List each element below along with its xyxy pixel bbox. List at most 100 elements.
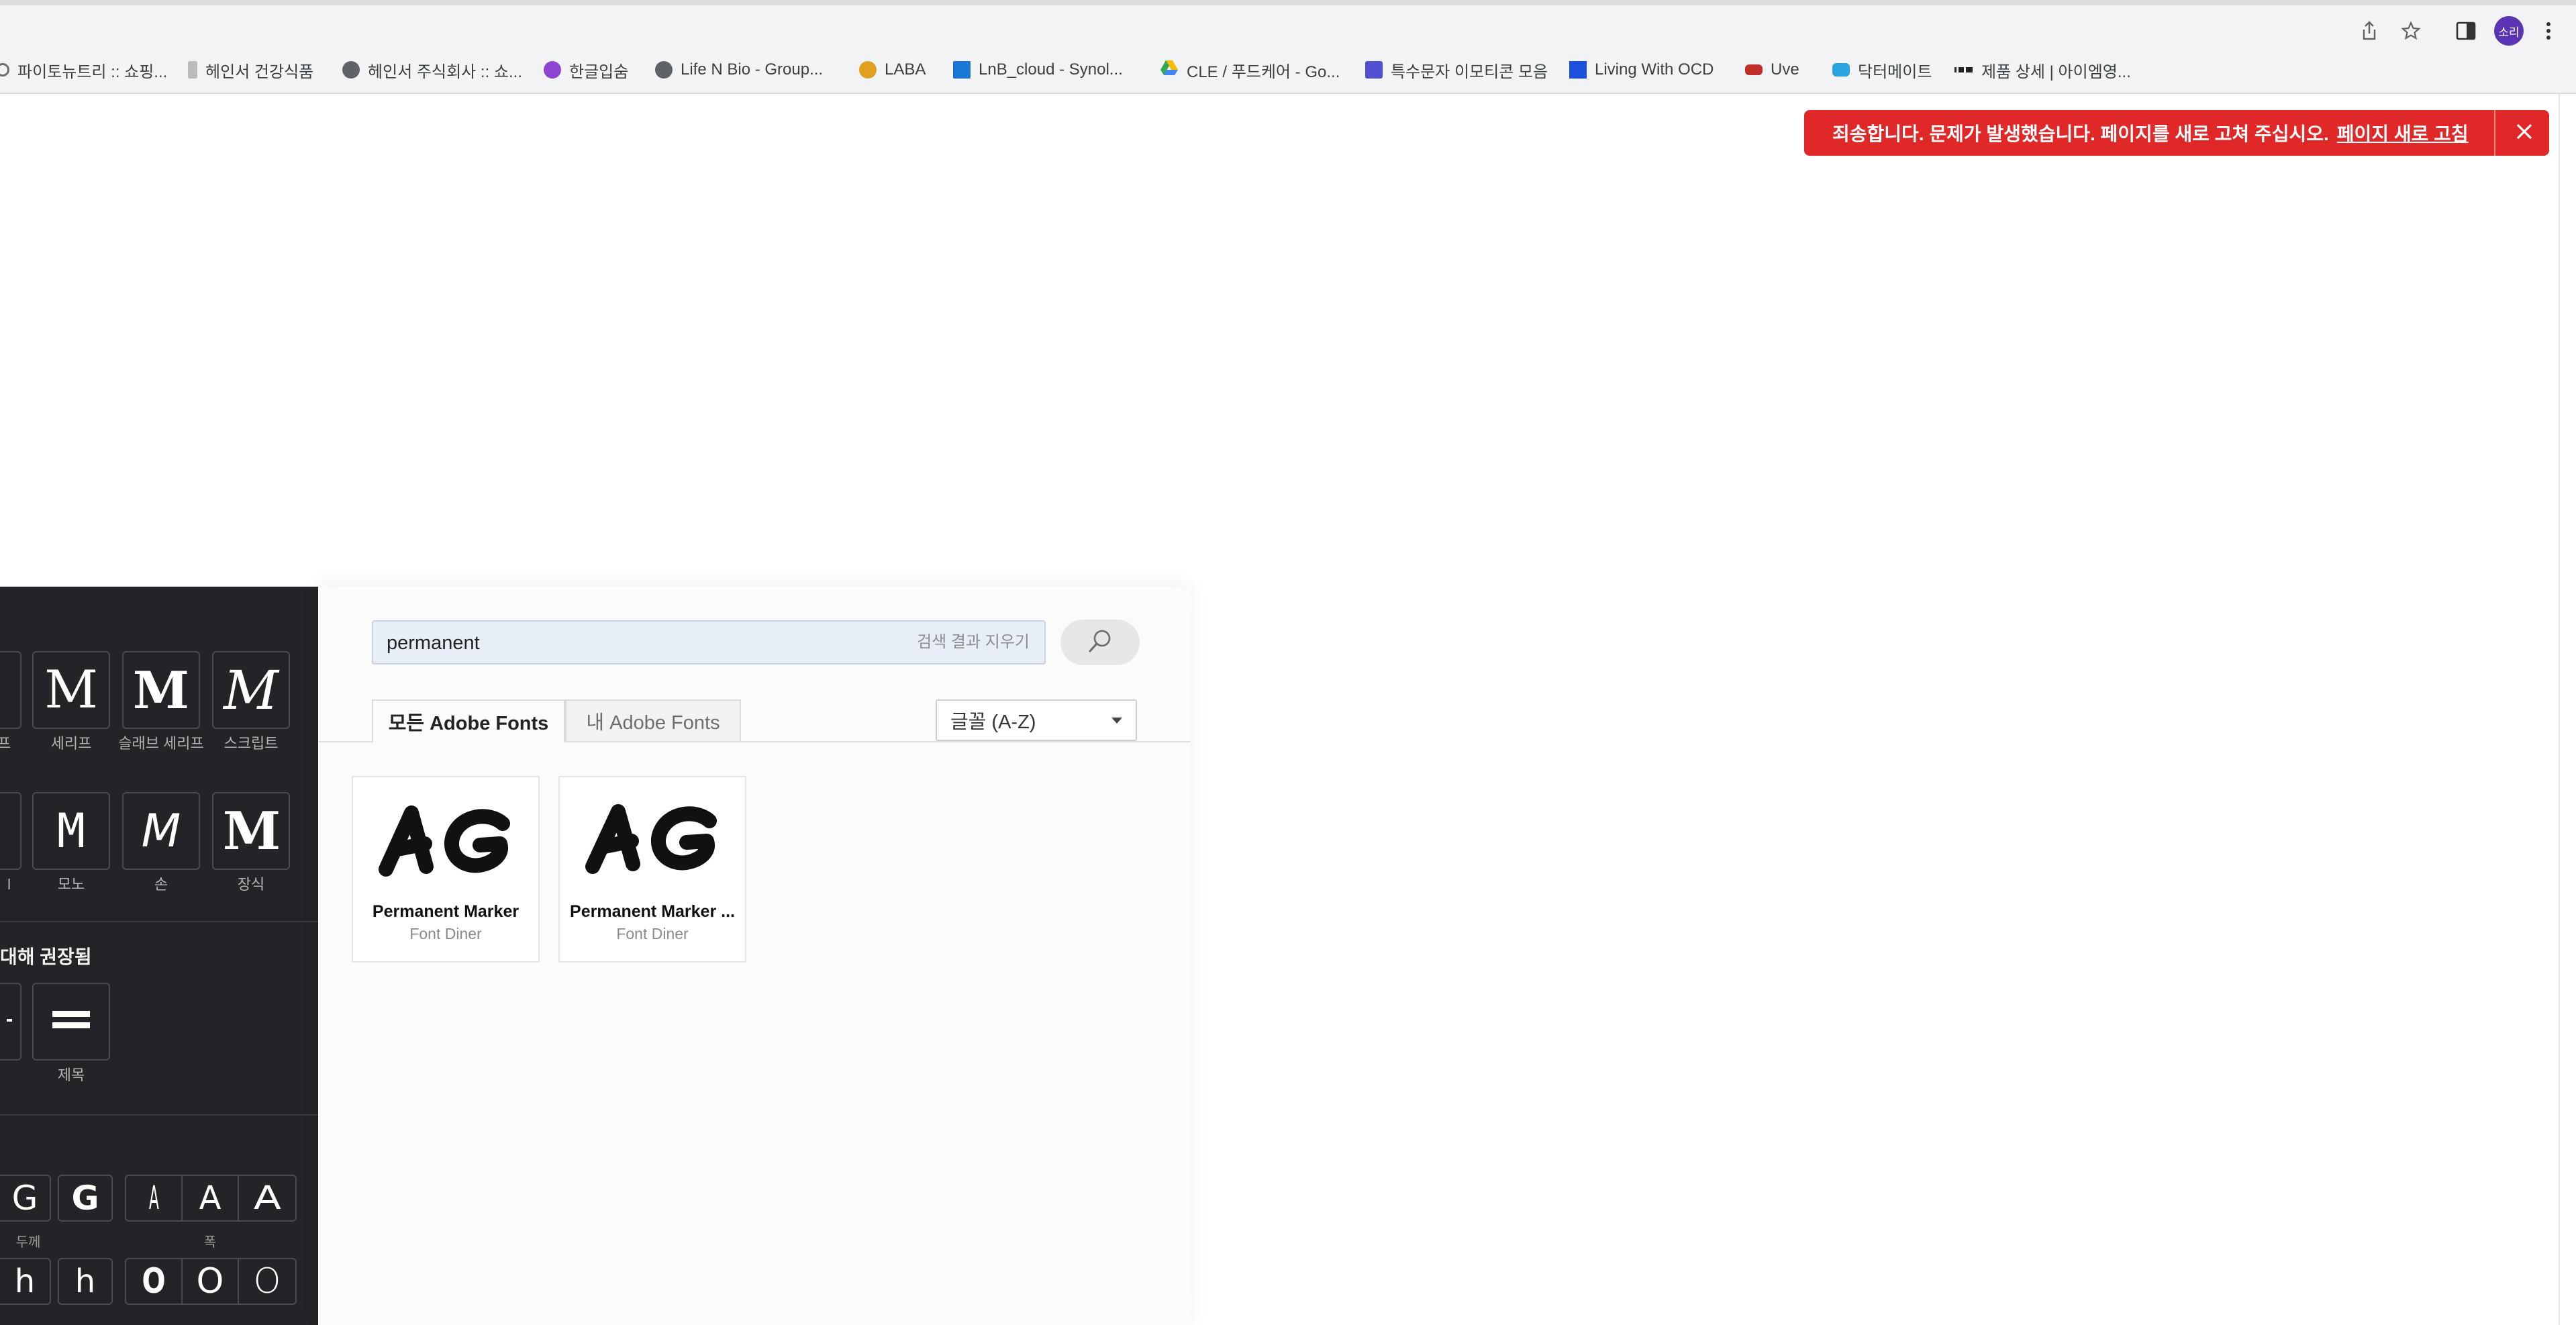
error-banner: 죄송합니다. 문제가 발생했습니다. 페이지를 새로 고쳐 주십시오. 페이지 … xyxy=(1804,110,2549,156)
classification-tile-mono[interactable]: M xyxy=(32,792,110,870)
bookmark-label: CLE / 푸드케어 - Go... xyxy=(1187,62,1340,81)
panel-divider xyxy=(0,921,318,922)
sort-selected-value: 글꼴 (A-Z) xyxy=(950,711,1036,733)
bookmark-star-icon[interactable] xyxy=(2399,19,2423,43)
partial-label: 프 xyxy=(0,735,11,752)
search-button[interactable] xyxy=(1060,620,1140,665)
slab-serif-glyph: M xyxy=(132,660,190,720)
menu-kebab-icon[interactable] xyxy=(2538,19,2559,43)
heading-icon xyxy=(51,1007,91,1037)
font-result-card[interactable]: Permanent Marker Font Diner xyxy=(352,776,540,963)
marker-preview-icon xyxy=(585,804,717,874)
font-browser-panel: 검색 결과 지우기 모든 Adobe Fonts 내 Adobe Fonts 글… xyxy=(318,587,1191,1325)
hand-glyph: M xyxy=(141,804,181,858)
contrast-medium-tile[interactable]: O xyxy=(181,1258,239,1305)
classification-tile-hand[interactable]: M xyxy=(122,792,200,870)
width-normal-tile[interactable]: A xyxy=(181,1175,239,1222)
search-box: 검색 결과 지우기 xyxy=(372,620,1046,665)
x-height-low-glyph: h xyxy=(14,1263,36,1300)
un-favicon-icon xyxy=(1365,61,1383,79)
bookmark-item[interactable]: Living With OCD xyxy=(1569,56,1714,83)
bookmark-label: 제품 상세 | 아이엠영... xyxy=(1981,62,2131,81)
error-message: 죄송합니다. 문제가 발생했습니다. 페이지를 새로 고쳐 주십시오. xyxy=(1832,124,2329,144)
iam-favicon-icon xyxy=(1954,60,1973,79)
bookmark-label: 헤인서 주식회사 :: 쇼... xyxy=(368,62,522,81)
bookmark-label: LnB_cloud - Synol... xyxy=(979,60,1123,79)
tile-label: 손 xyxy=(154,876,168,893)
bookmark-label: 특수문자 이모티콘 모음 xyxy=(1391,62,1548,81)
weight-light-tile[interactable]: G xyxy=(0,1175,51,1222)
bookmark-label: Uve xyxy=(1771,60,1799,79)
bookmark-label: LABA xyxy=(885,60,926,79)
classification-tile-slab-serif[interactable]: M xyxy=(122,651,200,729)
clear-search-link[interactable]: 검색 결과 지우기 xyxy=(917,622,1030,663)
classification-tile-script[interactable]: M xyxy=(212,651,290,729)
hangul-favicon-icon xyxy=(544,61,561,79)
browser-toolbar: 소리 xyxy=(0,0,2576,48)
banner-divider xyxy=(2494,110,2495,156)
font-foundry: Font Diner xyxy=(409,925,482,942)
classification-tile-serif[interactable]: M xyxy=(32,651,110,729)
decorative-glyph: M xyxy=(222,800,281,862)
recommendation-tile-heading[interactable] xyxy=(32,983,110,1061)
recommendation-tile-paragraph[interactable] xyxy=(0,983,21,1061)
close-banner-button[interactable] xyxy=(2499,110,2549,156)
tile-label: 세리프 xyxy=(50,735,92,752)
tab-my-adobe-fonts[interactable]: 내 Adobe Fonts xyxy=(565,699,741,741)
bookmark-label: Living With OCD xyxy=(1595,60,1714,79)
bookmark-item[interactable]: Uve xyxy=(1745,56,1799,83)
x-height-high-tile[interactable]: h xyxy=(58,1258,113,1305)
globe-icon xyxy=(342,61,360,79)
page-scrollbar[interactable] xyxy=(2559,94,2576,1325)
weight-heavy-tile[interactable]: G xyxy=(58,1175,113,1222)
paragraph-icon xyxy=(7,1019,12,1022)
tile-label: 모노 xyxy=(57,876,85,893)
panel-divider xyxy=(0,1114,318,1116)
width-wide-glyph: A xyxy=(253,1179,281,1217)
chevron-down-icon xyxy=(1111,718,1122,724)
width-normal-glyph: A xyxy=(199,1179,221,1217)
bookmark-item[interactable]: Life N Bio - Group... xyxy=(655,56,823,83)
bookmark-item[interactable]: 제품 상세 | 아이엠영... xyxy=(1954,56,2131,83)
search-input[interactable] xyxy=(373,622,898,665)
classification-tile-decorative[interactable]: M xyxy=(212,792,290,870)
tab-all-adobe-fonts[interactable]: 모든 Adobe Fonts xyxy=(372,699,565,742)
uve-favicon-icon xyxy=(1745,64,1763,75)
dsm-favicon-icon xyxy=(953,61,971,79)
bookmark-item[interactable]: 헤인서 건강식품 xyxy=(188,56,313,83)
classification-tile-blackletter[interactable] xyxy=(0,792,21,870)
sort-dropdown[interactable]: 글꼴 (A-Z) xyxy=(936,699,1137,741)
marker-preview-icon xyxy=(379,805,510,877)
bookmark-item[interactable]: 파이토뉴트리 :: 쇼핑... xyxy=(0,56,167,83)
font-filter-panel: 프 M 세리프 M 슬래브 세리프 M 스크립트 l M 모노 M 손 M 장식… xyxy=(0,587,318,1325)
tile-label: 장식 xyxy=(237,876,265,893)
bookmark-item[interactable]: LnB_cloud - Synol... xyxy=(953,56,1123,83)
width-wide-tile[interactable]: A xyxy=(238,1175,297,1222)
bookmark-item[interactable]: 특수문자 이모티콘 모음 xyxy=(1365,56,1548,83)
tile-label: 스크립트 xyxy=(224,735,279,752)
bookmark-item[interactable]: 한글입숨 xyxy=(544,56,628,83)
mono-glyph: M xyxy=(56,803,86,858)
bookmark-item[interactable]: LABA xyxy=(859,56,926,83)
bookmark-item[interactable]: 닥터메이트 xyxy=(1832,56,1932,83)
bookmark-item[interactable]: CLE / 푸드케어 - Go... xyxy=(1160,56,1340,83)
classification-tile-sans[interactable] xyxy=(0,651,21,729)
x-height-low-tile[interactable]: h xyxy=(0,1258,51,1305)
bookmark-label: 파이토뉴트리 :: 쇼핑... xyxy=(17,62,168,81)
font-result-card[interactable]: Permanent Marker ... Font Diner xyxy=(558,776,746,963)
tile-label: 슬래브 세리프 xyxy=(118,735,204,752)
recommended-heading: 대해 권장됨 xyxy=(0,946,92,967)
contrast-high-tile[interactable]: O xyxy=(125,1258,183,1305)
bookmark-item[interactable]: 헤인서 주식회사 :: 쇼... xyxy=(342,56,522,83)
profile-avatar[interactable]: 소리 xyxy=(2494,16,2524,46)
share-icon[interactable] xyxy=(2357,19,2381,43)
width-condensed-glyph: A xyxy=(148,1179,159,1217)
side-panel-icon[interactable] xyxy=(2454,19,2478,43)
close-icon xyxy=(2516,123,2533,144)
laba-favicon-icon xyxy=(859,61,877,79)
width-condensed-tile[interactable]: A xyxy=(125,1175,183,1222)
refresh-page-link[interactable]: 페이지 새로 고침 xyxy=(2337,119,2469,146)
bookmark-label: 닥터메이트 xyxy=(1858,62,1932,81)
font-name: Permanent Marker xyxy=(372,902,519,921)
contrast-low-tile[interactable]: O xyxy=(238,1258,297,1305)
